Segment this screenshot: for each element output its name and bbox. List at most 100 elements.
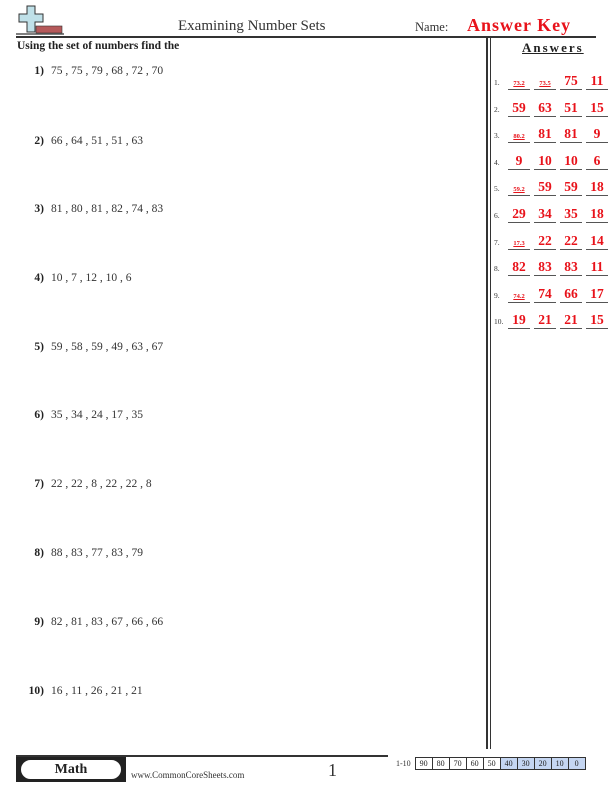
question-number: 8) [34,547,44,559]
answer-row-number: 3. [494,131,500,141]
answer-row-number: 5. [494,184,500,194]
column-divider-inner [490,36,491,749]
answer-row-number: 1. [494,78,500,87]
question-number-set: 10 , 7 , 12 , 10 , 6 [51,272,132,284]
answer-value: 14 [586,233,608,250]
answer-value: 6 [586,153,608,170]
answer-value: 82 [508,259,530,277]
answer-value: 73.2 [508,79,530,90]
answer-row-number: 2. [494,104,500,114]
answer-value: 29 [508,206,530,223]
answer-value: 10 [534,153,556,170]
answer-value: 35 [560,206,582,223]
column-divider [486,36,488,749]
answer-row: 2. 59 63 51 15 [494,95,609,117]
answer-value: 10 [560,153,582,170]
question-item: 9) 82 , 81 , 83 , 67 , 66 , 66 [22,616,163,628]
question-number: 7) [34,478,44,490]
page-title: Examining Number Sets [178,18,326,34]
answer-value: 22 [560,233,582,250]
score-cell: 80 [432,757,450,770]
question-item: 7) 22 , 22 , 8 , 22 , 22 , 8 [22,478,152,490]
score-cell: 50 [483,757,501,770]
answer-value: 17.3 [508,239,530,250]
question-item: 6) 35 , 34 , 24 , 17 , 35 [22,409,143,421]
answer-value: 11 [586,73,608,90]
score-table: 1-10 90 80 70 60 50 40 30 20 10 0 [392,757,586,770]
name-label: Name: [415,20,449,34]
question-number: 10) [28,685,44,697]
answer-value: 74 [534,286,556,303]
question-number-set: 22 , 22 , 8 , 22 , 22 , 8 [51,478,152,490]
question-item: 1) 75 , 75 , 79 , 68 , 72 , 70 [22,65,163,77]
answer-row: 5. 59.2 59 59 18 [494,174,609,197]
answer-value: 59 [534,179,556,197]
score-cell: 0 [568,757,586,770]
answer-value: 9 [508,153,530,170]
question-number: 9) [34,616,44,628]
question-number-set: 66 , 64 , 51 , 51 , 63 [51,135,143,147]
site-url: www.CommonCoreSheets.com [131,770,245,780]
answer-row-number: 7. [494,237,500,247]
score-cell: 60 [466,757,484,770]
plus-with-eraser-icon [16,5,64,35]
answer-row: 6. 29 34 35 18 [494,201,609,223]
answer-value: 11 [586,259,608,277]
answer-value: 19 [508,312,530,330]
question-number: 1) [34,65,44,77]
answers-title: Answers [522,40,584,55]
answer-row-number: 4. [494,157,500,167]
answer-row: 10. 19 21 21 15 [494,307,609,330]
answer-value: 74.2 [508,292,530,303]
answer-row-number: 9. [494,290,500,300]
question-number: 5) [34,341,44,353]
answer-value: 18 [586,206,608,223]
question-number: 4) [34,272,44,284]
question-number: 6) [34,409,44,421]
answer-value: 22 [534,233,556,250]
score-cell: 10 [551,757,569,770]
answer-value: 73.5 [534,79,556,90]
answer-row-number: 10. [494,317,504,327]
instructions: Using the set of numbers find the [17,40,180,52]
question-item: 2) 66 , 64 , 51 , 51 , 63 [22,135,143,147]
question-number-set: 16 , 11 , 26 , 21 , 21 [51,685,143,697]
answer-value: 9 [586,126,608,144]
answer-value: 17 [586,286,608,303]
question-number: 2) [34,135,44,147]
answer-row: 7. 17.3 22 22 14 [494,228,609,250]
answer-value: 81 [534,126,556,144]
answer-value: 80.2 [508,132,530,144]
answer-value: 15 [586,312,608,330]
answer-value: 51 [560,100,582,117]
answer-value: 21 [560,312,582,330]
score-cell: 20 [534,757,552,770]
page-number: 1 [328,760,337,780]
answer-value: 21 [534,312,556,330]
answer-value: 15 [586,100,608,117]
answer-row: 1. 73.2 73.5 75 11 [494,68,609,90]
answer-value: 66 [560,286,582,303]
question-item: 3) 81 , 80 , 81 , 82 , 74 , 83 [22,203,163,215]
name-value: Answer Key [467,15,572,35]
question-item: 5) 59 , 58 , 59 , 49 , 63 , 67 [22,341,163,353]
question-item: 4) 10 , 7 , 12 , 10 , 6 [22,272,132,284]
answer-row: 8. 82 83 83 11 [494,254,609,277]
score-cell: 30 [517,757,535,770]
score-cell: 70 [449,757,467,770]
question-number-set: 82 , 81 , 83 , 67 , 66 , 66 [51,616,164,628]
question-number-set: 75 , 75 , 79 , 68 , 72 , 70 [51,65,164,77]
score-label: 1-10 [396,759,411,768]
answer-value: 59 [560,179,582,197]
question-number: 3) [34,203,44,215]
question-item: 8) 88 , 83 , 77 , 83 , 79 [22,547,143,559]
answer-row-number: 6. [494,211,500,220]
question-item: 10) 16 , 11 , 26 , 21 , 21 [22,685,143,697]
header-divider [16,36,596,38]
answer-row: 4. 9 10 10 6 [494,148,609,170]
answer-value: 81 [560,126,582,144]
answer-row: 3. 80.2 81 81 9 [494,121,609,144]
answer-row-number: 8. [494,264,500,274]
question-number-set: 59 , 58 , 59 , 49 , 63 , 67 [51,341,164,353]
answer-value: 75 [560,73,582,90]
